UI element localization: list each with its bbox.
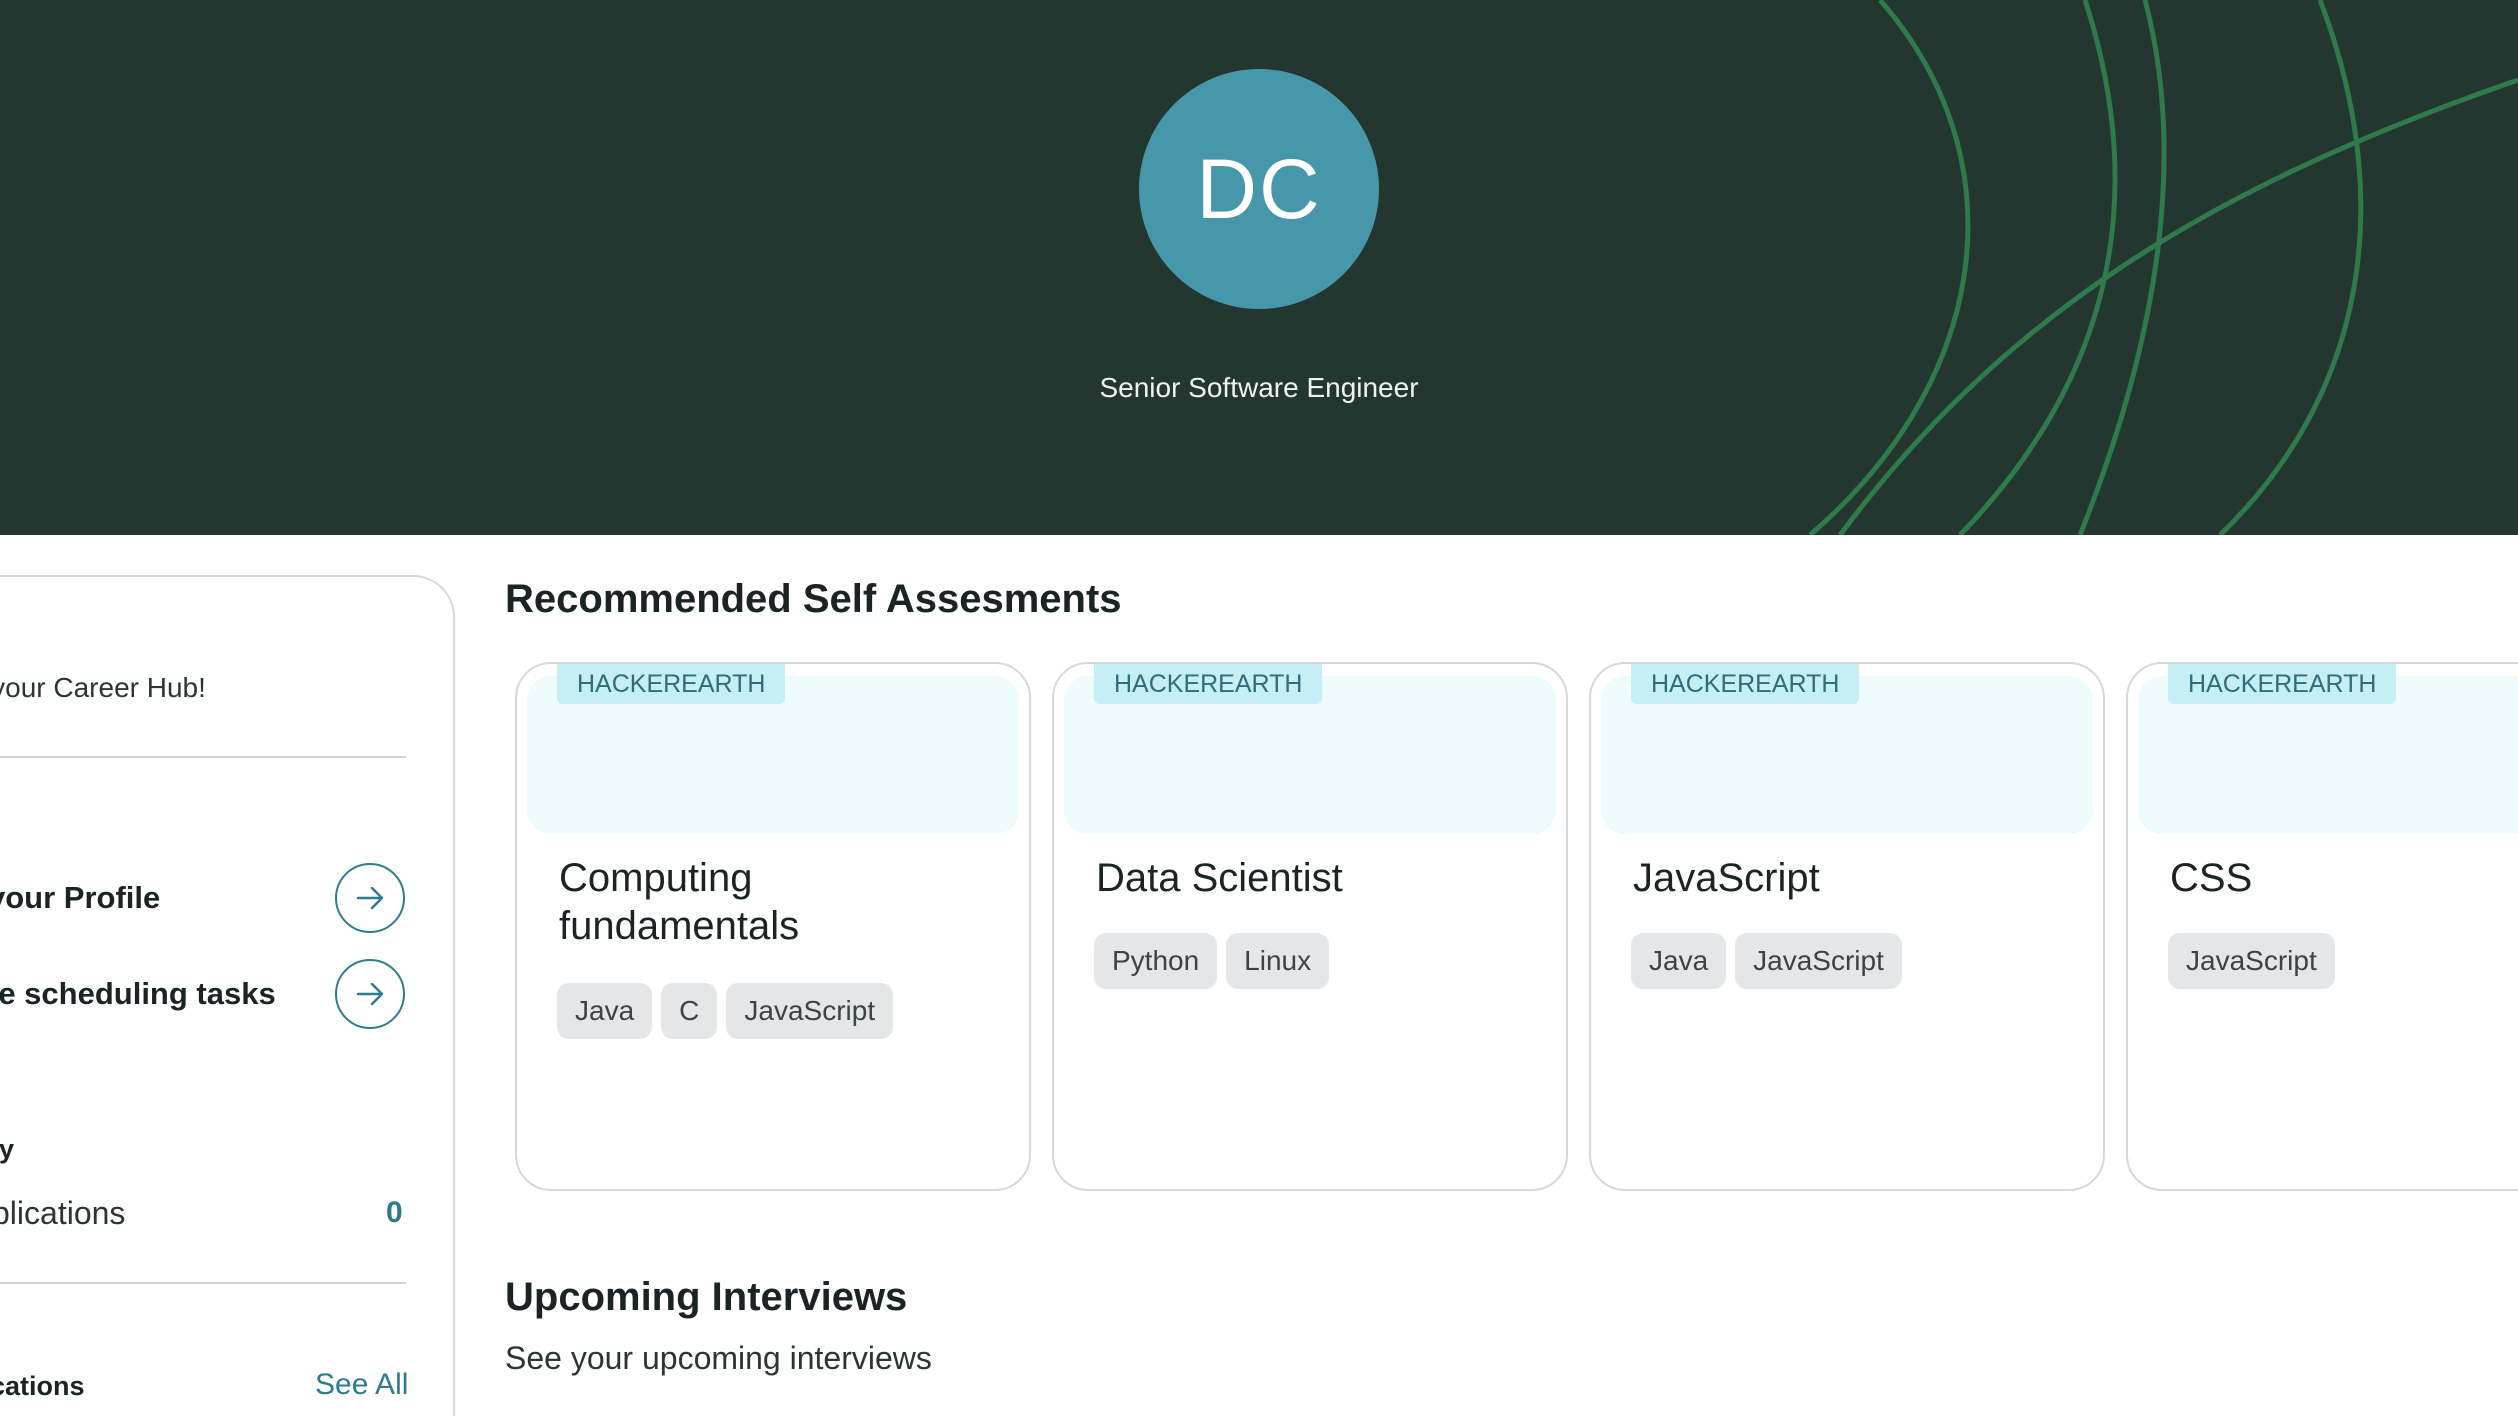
scheduling-tasks-button[interactable] xyxy=(335,959,405,1029)
applications-section-title: cations xyxy=(0,1371,85,1401)
task-complete-profile[interactable]: your Profile xyxy=(0,880,160,916)
see-all-link[interactable]: See All xyxy=(315,1368,408,1402)
welcome-subtitle: to your Career Hub! xyxy=(0,672,206,703)
skill-tag: Java xyxy=(557,983,653,1039)
assessment-title: Data Scientist xyxy=(1096,856,1343,900)
provider-badge: HACKEREARTH xyxy=(2168,664,2397,704)
tag-list: Python Linux xyxy=(1094,933,1330,989)
upcoming-interviews-title: Upcoming Interviews xyxy=(505,1275,908,1319)
avatar-initials: DC xyxy=(1196,141,1322,236)
profile-role: Senior Software Engineer xyxy=(1099,372,1419,403)
avatar[interactable]: DC xyxy=(1139,69,1379,309)
complete-profile-button[interactable] xyxy=(335,863,405,933)
assessment-title: JavaScript xyxy=(1633,856,1820,900)
assessment-title: Computing fundamentals xyxy=(559,856,800,948)
profile-hero: DC Senior Software Engineer xyxy=(0,0,2518,535)
assessment-card[interactable]: HACKEREARTH Data Scientist Python Linux xyxy=(1052,662,1568,1191)
skill-tag: Java xyxy=(1631,933,1727,989)
skill-tag: JavaScript xyxy=(2168,933,2335,989)
provider-badge: HACKEREARTH xyxy=(1631,664,1860,704)
applications-count: 0 xyxy=(386,1196,403,1229)
skill-tag: Linux xyxy=(1226,933,1330,989)
arrow-right-icon xyxy=(356,886,384,910)
assessment-card[interactable]: HACKEREARTH CSS JavaScript xyxy=(2126,662,2518,1191)
provider-badge: HACKEREARTH xyxy=(1094,664,1323,704)
applications-label: plications xyxy=(0,1195,126,1231)
skill-tag: Python xyxy=(1094,933,1218,989)
arrow-right-icon xyxy=(356,982,384,1006)
assessment-title: CSS xyxy=(2170,856,2253,900)
upcoming-interviews-subtitle: See your upcoming interviews xyxy=(505,1340,932,1376)
skill-tag: JavaScript xyxy=(1735,933,1902,989)
assessment-card[interactable]: HACKEREARTH Computing fundamentals Java … xyxy=(515,662,1031,1191)
skill-tag: C xyxy=(661,983,718,1039)
career-hub-page: DC Senior Software Engineer o to your Ca… xyxy=(0,0,2518,1416)
sidebar-divider xyxy=(0,756,406,758)
recommended-assessments-title: Recommended Self Assesments xyxy=(505,577,1122,621)
sidebar-divider xyxy=(0,1282,406,1284)
provider-badge: HACKEREARTH xyxy=(557,664,786,704)
assessment-card[interactable]: HACKEREARTH JavaScript Java JavaScript xyxy=(1589,662,2105,1191)
skill-tag: JavaScript xyxy=(726,983,894,1039)
tag-list: Java C JavaScript xyxy=(557,983,894,1039)
task-scheduling[interactable]: te scheduling tasks xyxy=(0,976,276,1012)
tag-list: Java JavaScript xyxy=(1631,933,1902,989)
activity-heading: ty xyxy=(0,1134,15,1164)
tag-list: JavaScript xyxy=(2168,933,2335,989)
